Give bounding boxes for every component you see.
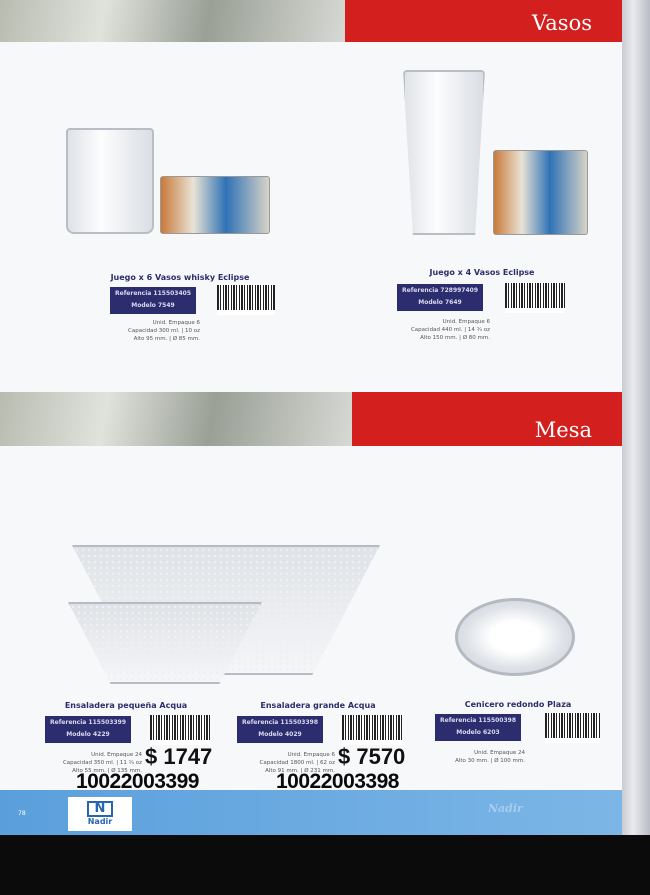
reference-box: Referencia 115503405 Modelo 7549 [110, 287, 196, 314]
barcode [150, 715, 210, 745]
mesa-photo [0, 392, 352, 446]
price: $ 1747 [145, 744, 213, 769]
reference-box: Referencia 728997409 Modelo 7649 [397, 284, 483, 311]
page-number: 78 [18, 810, 26, 817]
product-title: Ensaladera pequeña Acqua [64, 701, 188, 710]
scan-background [0, 835, 650, 895]
barcode [217, 285, 275, 315]
reference-box: Referencia 115503398 Modelo 4029 [237, 716, 323, 743]
section-banner-mesa: Mesa [352, 392, 622, 446]
reference: Referencia 115503405 [115, 290, 191, 297]
barcode [545, 713, 600, 743]
section-banner-vasos: Vasos [345, 0, 622, 42]
product-specs: Unid. Empaque 6 Capacidad 300 ml. | 10 oz… [128, 320, 200, 342]
barcode [342, 715, 402, 745]
whisky-box-image [160, 176, 270, 234]
barcode [505, 283, 565, 313]
product-title: Cenicero redondo Plaza [464, 700, 572, 709]
product-title: Juego x 4 Vasos Eclipse [429, 268, 535, 277]
price: $ 7570 [338, 744, 406, 769]
reference-box: Referencia 115503399 Modelo 4229 [45, 716, 131, 743]
header-photo [0, 0, 345, 42]
product-title: Ensaladera grande Acqua [260, 701, 376, 710]
product-title: Juego x 6 Vasos whisky Eclipse [110, 273, 250, 282]
product-specs: Unid. Empaque 6 Capacidad 440 ml. | 14 ¾ … [410, 319, 490, 341]
facing-page-edge [622, 0, 650, 835]
brand-name: Nadir [488, 802, 523, 815]
nadir-logo: N Nadir [68, 797, 132, 831]
reference-box: Referencia 115500398 Modelo 6203 [435, 714, 521, 741]
model: Modelo 7549 [131, 302, 175, 309]
ashtray-image [455, 598, 575, 676]
tall-glass-image [403, 70, 485, 235]
whisky-glass-image [66, 128, 154, 234]
glass-box-image [493, 150, 588, 235]
product-specs: Unid. Empaque 24 Alto 30 mm. | Ø 100 mm. [455, 750, 525, 764]
